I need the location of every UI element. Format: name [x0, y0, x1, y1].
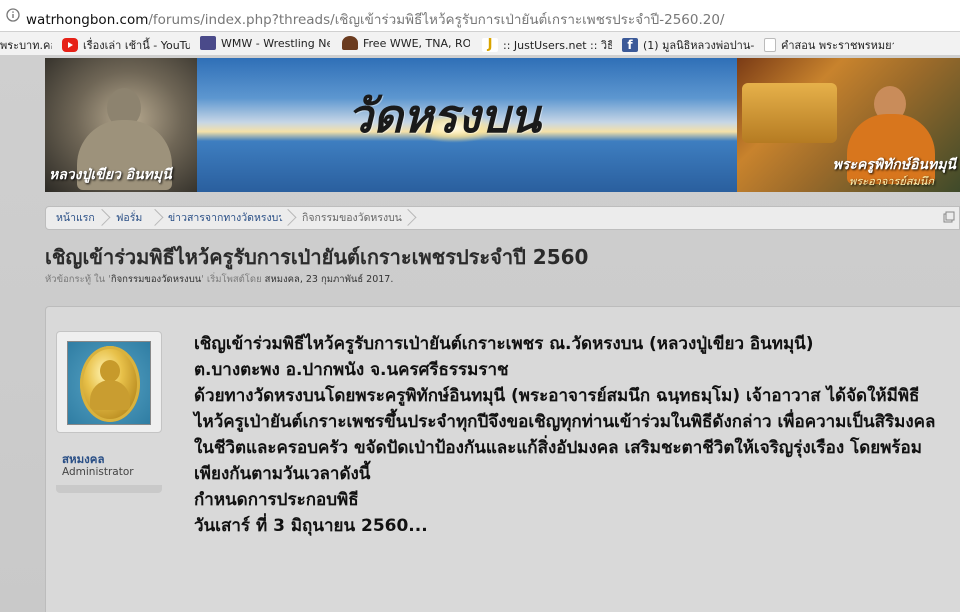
bookmark-label: (1) มูลนิธิหลวงพ่อปาน-ห [643, 39, 754, 52]
bookmark-item[interactable]: f (1) มูลนิธิหลวงพ่อปาน-ห [622, 36, 754, 54]
site-title: วัดหรงบน [347, 89, 541, 143]
bookmark-item[interactable]: Free WWE, TNA, ROH [342, 36, 470, 50]
thread-meta: หัวข้อกระทู้ ใน 'กิจกรรมของวัดหรงบน' เริ… [45, 272, 393, 287]
breadcrumb-separator [96, 207, 108, 229]
bookmark-label: Free WWE, TNA, ROH [363, 36, 470, 50]
meta-prefix: หัวข้อกระทู้ ใน ' [45, 274, 111, 285]
post-line: กำหนดการประกอบพิธี [194, 490, 359, 510]
url-text[interactable]: watrhongbon.com/forums/index.php?threads… [26, 8, 725, 30]
post-line: เชิญเข้าร่วมพิธีไหว้ครูรับการเป่ายันต์เก… [194, 334, 814, 354]
bookmark-label: เรื่องเล่า เช้านี้ - YouTub [83, 39, 190, 52]
bookmark-label: :: JustUsers.net :: วิธีใช้ [503, 39, 612, 52]
banner-right-subcaption: พระอาจารย์สมนึก [849, 175, 934, 188]
bookmark-item[interactable]: คำสอน พระราชพรหมยา [764, 36, 894, 54]
breadcrumb: หน้าแรก ฟอรั่ม ข่าวสารจากทางวัดหรงบน กิจ… [45, 206, 960, 230]
amulet-medal-image [80, 346, 140, 422]
facebook-icon: f [622, 38, 638, 52]
banner-sea-photo: วัดหรงบน [197, 58, 737, 192]
page-content: หลวงปู่เขียว อินทมุนี วัดหรงบน พระครูพิท… [0, 56, 960, 612]
bookmark-item[interactable]: WMW - Wrestling Ne [200, 36, 330, 50]
bookmark-item[interactable]: J :: JustUsers.net :: วิธีใช้ [482, 36, 612, 54]
meta-author-link[interactable]: สหมงคล [265, 274, 300, 285]
youtube-icon [62, 38, 78, 52]
banner-left-photo: หลวงปู่เขียว อินทมุนี [45, 58, 197, 192]
breadcrumb-news[interactable]: ข่าวสารจากทางวัดหรงบน [168, 207, 286, 229]
url-path: /forums/index.php?threads/เชิญเข้าร่วมพิ… [148, 12, 725, 28]
wrestling-logo-icon [200, 36, 216, 50]
meta-forum-link[interactable]: กิจกรรมของวัดหรงบน [111, 274, 201, 285]
banner-right-photo: พระครูพิทักษ์อินทมุนี พระอาจารย์สมนึก [737, 58, 960, 192]
user-avatar-frame [56, 331, 162, 433]
j-logo-icon: J [482, 38, 498, 52]
post-message: เชิญเข้าร่วมพิธีไหว้ครูรับการเป่ายันต์เก… [194, 331, 944, 539]
user-info-tab [56, 485, 162, 493]
post-line: ต.บางตะพง อ.ปากพนัง จ.นครศรีธรรมราช [194, 360, 509, 380]
bookmarks-bar: พระบาท.คอ เรื่องเล่า เช้านี้ - YouTub WM… [0, 32, 960, 56]
meta-mid: ' เริ่มโพสต์โดย [201, 274, 265, 285]
post-user-role: Administrator [62, 466, 134, 478]
page-info-icon[interactable] [6, 8, 20, 22]
url-host: watrhongbon.com [26, 12, 149, 28]
bookmark-label: คำสอน พระราชพรหมยา [781, 39, 894, 52]
meta-date[interactable]: , 23 กุมภาพันธ์ 2017. [300, 274, 394, 285]
address-bar[interactable]: watrhongbon.com/forums/index.php?threads… [0, 0, 960, 32]
popout-icon[interactable] [943, 211, 955, 223]
eagle-icon [342, 36, 358, 50]
blank-page-icon [764, 38, 776, 52]
thread-title: เชิญเข้าร่วมพิธีไหว้ครูรับการเป่ายันต์เก… [45, 245, 589, 269]
breadcrumb-separator [149, 207, 161, 229]
post-line: วันเสาร์ ที่ 3 มิถุนายน 2560... [194, 516, 428, 536]
site-banner[interactable]: หลวงปู่เขียว อินทมุนี วัดหรงบน พระครูพิท… [45, 58, 960, 192]
bookmark-item[interactable]: เรื่องเล่า เช้านี้ - YouTub [62, 36, 190, 54]
bookmark-label: พระบาท.คอ [0, 39, 52, 52]
breadcrumb-separator [402, 207, 414, 229]
bookmark-item[interactable]: พระบาท.คอ [0, 36, 52, 54]
post-line: ด้วยทางวัดหรงบนโดยพระครูพิทักษ์อินทมุนี … [194, 386, 936, 484]
breadcrumb-separator [282, 207, 294, 229]
banner-left-caption: หลวงปู่เขียว อินทมุนี [49, 167, 172, 183]
breadcrumb-activities[interactable]: กิจกรรมของวัดหรงบน [302, 207, 402, 229]
breadcrumb-home[interactable]: หน้าแรก [56, 207, 95, 229]
bookmark-label: WMW - Wrestling Ne [221, 36, 330, 50]
post: สหมงคล Administrator เชิญเข้าร่วมพิธีไหว… [45, 306, 960, 612]
breadcrumb-forums[interactable]: ฟอรั่ม [116, 207, 142, 229]
avatar[interactable] [67, 341, 151, 425]
